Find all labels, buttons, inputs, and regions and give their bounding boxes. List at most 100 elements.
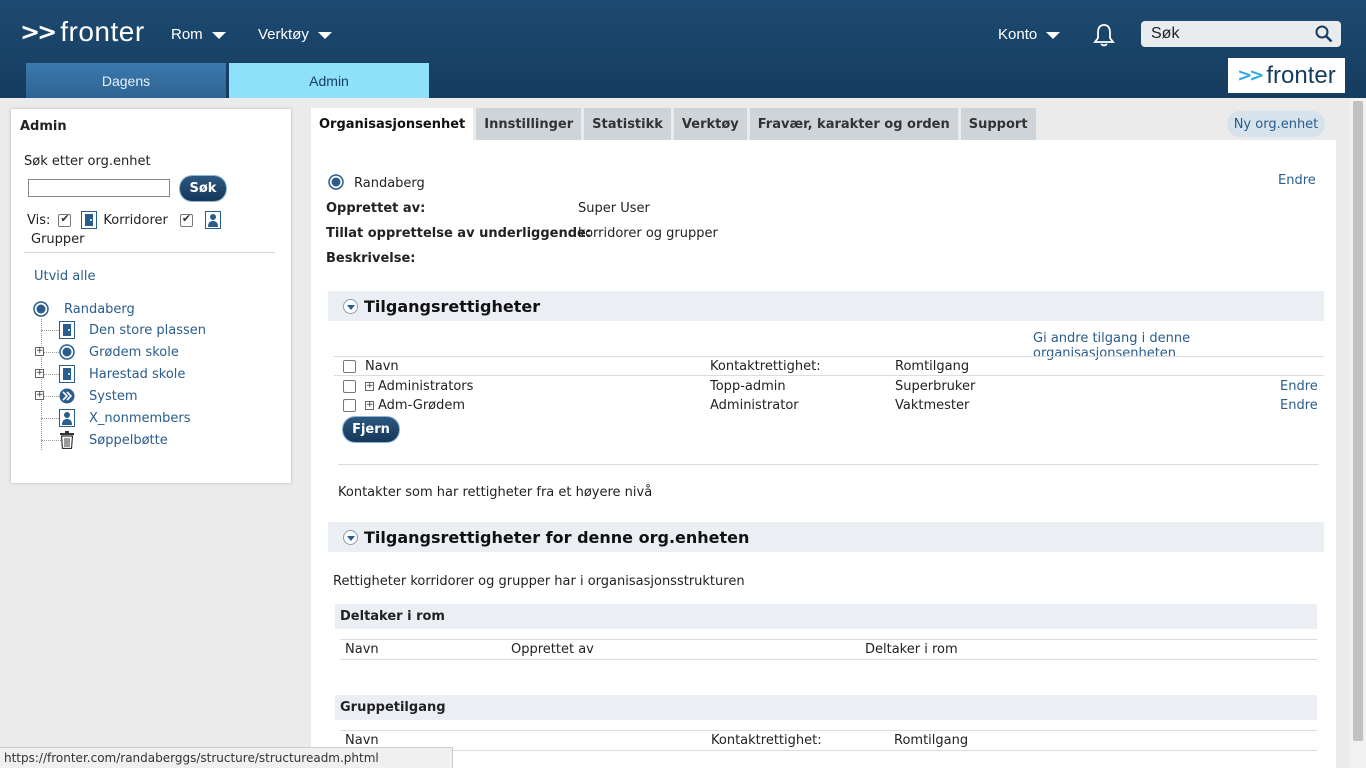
expand-all-link[interactable]: Utvid alle [34,269,96,284]
section-title: Tilgangsrettigheter [364,296,541,316]
group-icon [59,409,75,427]
allow-value: korridorer og grupper [578,226,718,241]
tree-item-label: Søppelbøtte [89,432,168,448]
korridorer-checkbox[interactable] [58,212,72,227]
col-romtilgang: Romtilgang [895,359,970,374]
search-placeholder: Søk [1151,25,1180,42]
tab-admin[interactable]: Admin [229,63,429,98]
nav-rom[interactable]: Rom [171,26,226,43]
group-icon [204,211,221,229]
participant-section-header: Deltaker i rom [335,604,1317,629]
chevron-down-icon [211,32,226,39]
nav-verktoy-label: Verktøy [258,26,309,43]
tab-innstillinger[interactable]: Innstillinger [476,108,582,140]
tree-connector [41,374,61,375]
created-by-value: Super User [578,201,650,216]
row-edit-link[interactable]: Endre [1280,379,1318,394]
divider [338,464,1319,465]
row-checkbox[interactable] [343,399,356,412]
tab-support[interactable]: Support [960,108,1036,140]
grupper-label: Grupper [31,232,85,247]
collapse-icon[interactable] [343,298,358,314]
org-unit-icon [59,344,75,360]
tab-verktoy[interactable]: Verktøy [673,108,747,140]
tree-item-system[interactable]: System [59,388,137,404]
sidebar-title: Admin [20,119,67,134]
col-kontaktrettighet: Kontaktrettighet: [711,733,822,748]
row-name: Administrators [378,379,474,394]
tab-dagens[interactable]: Dagens [26,63,226,98]
allow-label: Tillat opprettelse av underliggende: [326,226,592,241]
page-scrollbar[interactable] [1350,98,1366,768]
divider [340,750,1317,751]
expand-icon[interactable]: + [35,347,44,356]
tree-item-harestad-skole[interactable]: Harestad skole [59,365,185,383]
bell-icon[interactable] [1093,23,1115,47]
nav-konto-label: Konto [998,26,1038,43]
divider [340,639,1317,640]
col-navn: Navn [345,733,379,748]
tree-item-soppelbotte[interactable]: Søppelbøtte [59,431,168,449]
tree-connector [41,319,42,450]
fronter-logo[interactable]: >> fronter [20,16,145,48]
logo-text: fronter [60,16,145,47]
system-icon [59,388,75,404]
tree-connector [41,418,61,419]
tree-item-label: Den store plassen [89,322,207,338]
org-access-section-header[interactable]: Tilgangsrettigheter for denne org.enhete… [328,522,1324,552]
vis-row: Vis: Korridorer [27,211,221,229]
tree-item-randaberg[interactable]: Randaberg [33,301,135,317]
tree-item-den-store-plassen[interactable]: Den store plassen [59,321,206,339]
divider [24,252,275,253]
row-name: Adm-Grødem [378,398,466,413]
nav-rom-label: Rom [171,26,203,43]
nav-konto[interactable]: Konto [998,26,1061,43]
org-search-button[interactable]: Søk [180,176,226,201]
trash-icon [60,431,74,449]
tree-connector [41,396,61,397]
search-input[interactable]: Søk [1141,21,1341,47]
fronter-logo-right: >> fronter [1228,58,1345,93]
tab-statistikk[interactable]: Statistikk [584,108,671,140]
korridorer-label: Korridorer [103,212,168,228]
expand-icon[interactable]: + [365,382,374,391]
search-icon[interactable] [1315,25,1333,43]
tree-item-label: Grødem skole [89,344,179,360]
row-checkbox[interactable] [343,380,356,393]
remove-button[interactable]: Fjern [343,417,399,442]
org-search-label: Søk etter org.enhet [24,154,151,169]
expand-icon[interactable]: + [35,391,44,400]
org-name: Randaberg [354,176,425,191]
select-all-checkbox[interactable] [343,360,356,373]
row-edit-link[interactable]: Endre [1280,398,1318,413]
tree-item-grodem-skole[interactable]: Grødem skole [59,344,179,360]
tree-item-label: Harestad skole [89,366,186,382]
admin-sidebar: Admin Søk etter org.enhet Søk Vis: Korri… [11,109,291,483]
created-by-label: Opprettet av: [326,201,426,216]
expand-icon[interactable]: + [365,401,374,410]
tab-organisasjonsenhet[interactable]: Organisasjonsenhet [311,108,474,140]
nav-verktoy[interactable]: Verktøy [258,26,332,43]
chevron-down-icon [1046,32,1061,39]
org-unit-icon [328,174,344,190]
org-search-input[interactable] [28,179,170,197]
corridor-icon [59,365,75,383]
collapse-icon[interactable] [343,529,358,545]
corridor-icon [81,211,98,229]
tree-connector [41,352,61,353]
group-access-section-header: Gruppetilgang [335,695,1317,720]
logo-text: fronter [1266,61,1336,89]
expand-icon[interactable]: + [35,369,44,378]
col-opprettet-av: Opprettet av [511,642,594,657]
tab-fravaer[interactable]: Fravær, karakter og orden [749,108,958,140]
access-section-header[interactable]: Tilgangsrettigheter [328,291,1324,321]
row-contact: Topp-admin [710,379,786,394]
new-org-unit-button[interactable]: Ny org.enhet [1227,111,1325,137]
org-unit-icon [33,301,49,317]
tree-item-x-nonmembers[interactable]: X_nonmembers [59,409,191,427]
edit-org-link[interactable]: Endre [1278,173,1316,188]
main-tabs: Organisasjonsenhet Innstillinger Statist… [311,108,1039,140]
scrollbar-thumb[interactable] [1353,101,1363,741]
inherited-contacts-text: Kontakter som har rettigheter fra et høy… [338,485,653,500]
grupper-checkbox[interactable] [179,212,193,227]
